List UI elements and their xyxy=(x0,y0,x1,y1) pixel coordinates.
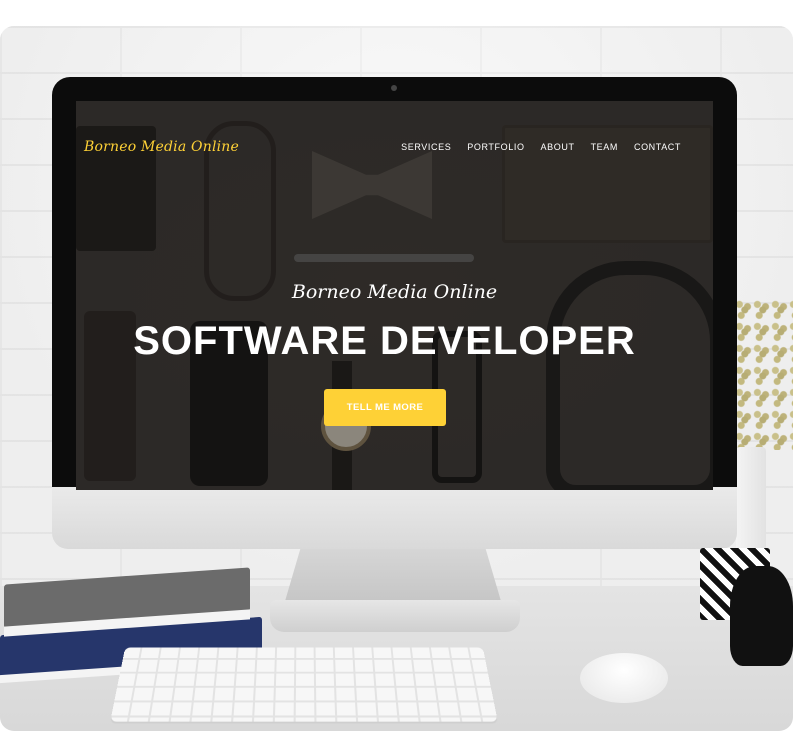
hero-title: SOFTWARE DEVELOPER xyxy=(133,319,636,363)
monitor-stand-base xyxy=(270,600,520,632)
nav-link-team[interactable]: TEAM xyxy=(591,142,618,152)
mouse xyxy=(580,653,668,703)
hero-subtitle: Borneo Media Online xyxy=(291,281,498,303)
tell-me-more-button[interactable]: TELL ME MORE xyxy=(324,389,446,426)
black-figurine xyxy=(730,566,793,666)
keyboard xyxy=(110,647,498,722)
website-screen: Borneo Media Online SERVICES PORTFOLIO A… xyxy=(76,101,713,490)
nav-link-services[interactable]: SERVICES xyxy=(401,142,451,152)
nav-link-contact[interactable]: CONTACT xyxy=(634,142,681,152)
monitor-stand-neck xyxy=(283,548,503,608)
white-vase xyxy=(736,447,766,557)
monitor-chin xyxy=(52,487,737,549)
camera-icon xyxy=(391,85,397,91)
site-brand-logo[interactable]: Borneo Media Online xyxy=(84,139,239,155)
nav-link-about[interactable]: ABOUT xyxy=(541,142,575,152)
dried-flowers xyxy=(734,300,793,450)
site-navigation: SERVICES PORTFOLIO ABOUT TEAM CONTACT xyxy=(401,142,681,152)
nav-link-portfolio[interactable]: PORTFOLIO xyxy=(467,142,524,152)
